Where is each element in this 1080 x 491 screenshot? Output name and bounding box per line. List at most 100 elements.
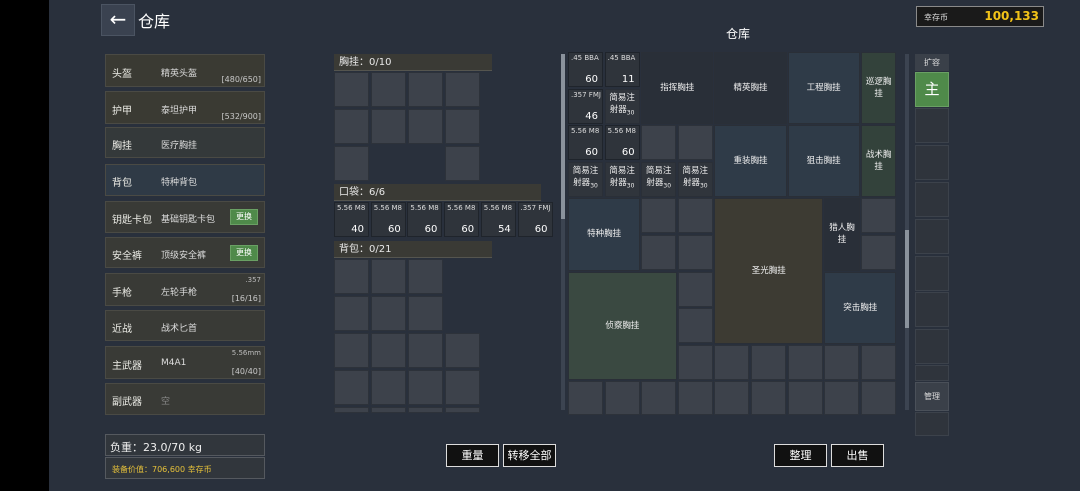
- stash-slot[interactable]: [641, 381, 677, 416]
- stash-slot[interactable]: [677, 381, 713, 416]
- injector-item[interactable]: 简易注 射器30: [641, 161, 677, 197]
- stash-slot[interactable]: [677, 271, 713, 307]
- stash-page-tab[interactable]: [915, 329, 949, 364]
- back-button[interactable]: ←: [101, 4, 135, 36]
- sell-button[interactable]: 出售: [831, 444, 884, 467]
- stash-slot[interactable]: [677, 344, 713, 380]
- main-stash-tab[interactable]: 主: [915, 72, 949, 107]
- stash-page-tab[interactable]: [915, 292, 949, 327]
- equip-slot-1[interactable]: 护甲 泰坦护甲 [532/900]: [105, 91, 265, 124]
- stash-slot[interactable]: [787, 344, 823, 380]
- equip-slot-8[interactable]: 主武器 M4A1 [40/40] 5.56mm: [105, 346, 265, 379]
- stash-slot[interactable]: [714, 344, 750, 380]
- stash-slot[interactable]: [604, 381, 640, 416]
- elite-rig-item[interactable]: 精英胸挂: [714, 52, 787, 125]
- backpack-slot[interactable]: [371, 296, 406, 331]
- hunter-rig-item[interactable]: 猎人胸挂: [824, 198, 860, 271]
- stash-page-tab[interactable]: [915, 182, 949, 217]
- stash-scroll-thumb-left[interactable]: [561, 54, 565, 219]
- pocket-ammo-item[interactable]: 5.56 M8 40: [334, 202, 369, 237]
- patrol-rig-item[interactable]: 巡逻胸挂: [860, 52, 897, 125]
- backpack-slot[interactable]: [408, 370, 443, 405]
- manage-button[interactable]: 管理: [915, 382, 949, 411]
- backpack-slot[interactable]: [408, 296, 443, 331]
- stash-page-tab[interactable]: [915, 108, 949, 143]
- backpack-slot[interactable]: [371, 370, 406, 405]
- stash-page-tab[interactable]: [915, 219, 949, 254]
- equip-slot-6[interactable]: 手枪 左轮手枪 [16/16] .357: [105, 273, 265, 306]
- backpack-slot[interactable]: [334, 296, 369, 331]
- backpack-slot[interactable]: [334, 333, 369, 368]
- backpack-slot[interactable]: [408, 259, 443, 294]
- stash-slot[interactable]: [824, 344, 860, 380]
- rig-slot[interactable]: [445, 146, 480, 181]
- backpack-slot[interactable]: [445, 407, 480, 413]
- stash-slot[interactable]: [860, 381, 896, 416]
- backpack-slot[interactable]: [371, 407, 406, 413]
- recon-rig-item[interactable]: 侦察胸挂: [568, 271, 677, 381]
- backpack-slot[interactable]: [334, 259, 369, 294]
- rig-slot[interactable]: [371, 72, 406, 107]
- backpack-slot[interactable]: [371, 259, 406, 294]
- pocket-ammo-item[interactable]: 5.56 M8 60: [407, 202, 443, 237]
- rig-slot[interactable]: [334, 146, 369, 181]
- backpack-slot[interactable]: [445, 370, 480, 405]
- backpack-slot[interactable]: [408, 407, 443, 413]
- rig-slot[interactable]: [408, 72, 443, 107]
- stash-slot[interactable]: [751, 344, 786, 380]
- backpack-slot[interactable]: [371, 333, 406, 368]
- change-button[interactable]: 更换: [230, 209, 258, 225]
- stash-ammo-item[interactable]: .45 BBA 11: [604, 52, 640, 87]
- backpack-slot[interactable]: [445, 333, 480, 368]
- equip-slot-4[interactable]: 钥匙卡包 基础钥匙卡包 更换: [105, 201, 265, 233]
- pocket-ammo-item[interactable]: 5.56 M8 54: [480, 202, 516, 237]
- stash-slot[interactable]: [860, 198, 896, 234]
- holy-light-rig-item[interactable]: 圣光胸挂: [714, 198, 824, 344]
- heavy-rig-item[interactable]: 重装胸挂: [714, 125, 787, 198]
- transfer-all-button[interactable]: 转移全部: [503, 444, 556, 467]
- sort-button[interactable]: 整理: [774, 444, 827, 467]
- engineer-rig-item[interactable]: 工程胸挂: [787, 52, 860, 125]
- stash-slot[interactable]: [677, 235, 713, 270]
- stash-slot[interactable]: [860, 235, 896, 270]
- equip-slot-7[interactable]: 近战 战术匕首: [105, 310, 265, 341]
- stash-page-tab[interactable]: [915, 365, 949, 381]
- change-button[interactable]: 更换: [230, 244, 258, 261]
- stash-ammo-item[interactable]: 5.56 M8 60: [568, 125, 603, 161]
- assault-rig-item[interactable]: 突击胸挂: [824, 271, 897, 344]
- stash-scroll-thumb-right[interactable]: [905, 230, 909, 328]
- rig-slot[interactable]: [334, 109, 369, 144]
- stash-slot[interactable]: [824, 381, 860, 416]
- backpack-slot[interactable]: [334, 407, 369, 413]
- injector-item[interactable]: 简易注 射器30: [604, 161, 640, 197]
- equip-slot-2[interactable]: 胸挂 医疗胸挂: [105, 127, 265, 158]
- injector-item[interactable]: 简易注 射器30: [604, 88, 640, 124]
- command-rig-item[interactable]: 指挥胸挂: [641, 52, 714, 125]
- stash-slot[interactable]: [751, 381, 786, 416]
- stash-slot[interactable]: [677, 308, 713, 344]
- injector-item[interactable]: 简易注 射器30: [568, 161, 603, 197]
- sniper-rig-item[interactable]: 狙击胸挂: [787, 125, 860, 198]
- pocket-ammo-item[interactable]: 5.56 M8 60: [370, 202, 406, 237]
- stash-slot[interactable]: [860, 344, 896, 380]
- stash-slot[interactable]: [641, 235, 677, 270]
- rig-slot[interactable]: [408, 109, 443, 144]
- stash-slot[interactable]: [677, 125, 713, 161]
- pocket-ammo-item[interactable]: 5.56 M8 60: [444, 202, 480, 237]
- rig-slot[interactable]: [371, 109, 406, 144]
- stash-ammo-item[interactable]: .45 BBA 60: [568, 52, 603, 87]
- equip-slot-3[interactable]: 背包 特种背包: [105, 164, 265, 196]
- stash-slot[interactable]: [787, 381, 823, 416]
- injector-item[interactable]: 简易注 射器30: [677, 161, 713, 197]
- rig-slot[interactable]: [445, 109, 480, 144]
- stash-ammo-item[interactable]: .357 FMJ 46: [568, 88, 603, 124]
- stash-page-tab[interactable]: [915, 145, 949, 180]
- weight-sort-button[interactable]: 重量: [446, 444, 499, 467]
- stash-slot[interactable]: [641, 198, 677, 234]
- backpack-slot[interactable]: [408, 333, 443, 368]
- equip-slot-0[interactable]: 头盔 精英头盔 [480/650]: [105, 54, 265, 87]
- backpack-slot[interactable]: [334, 370, 369, 405]
- special-rig-item[interactable]: 特种胸挂: [568, 198, 641, 271]
- stash-slot[interactable]: [714, 381, 750, 416]
- stash-page-tab[interactable]: [915, 412, 949, 436]
